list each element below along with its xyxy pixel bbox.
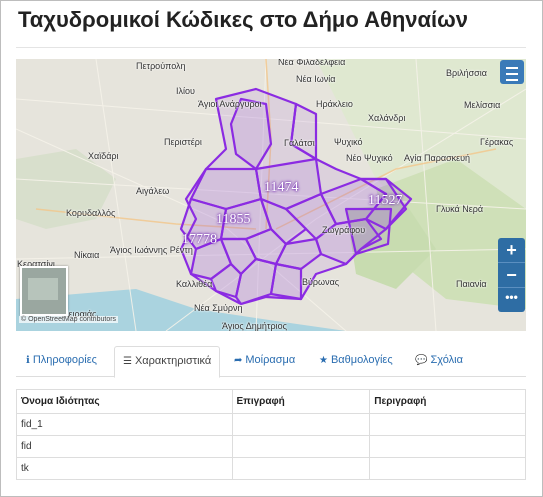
comment-icon: 💬 <box>415 355 428 366</box>
place-label: Άγιος Δημήτριος <box>222 321 287 331</box>
place-label: Γλυκά Νερά <box>436 204 484 214</box>
tab-label: Μοίρασμα <box>245 354 296 366</box>
more-options-button[interactable]: ••• <box>498 288 525 312</box>
postcode-label: 11855 <box>216 212 251 227</box>
tab-comments[interactable]: 💬 Σχόλια <box>415 346 463 375</box>
attributes-table: Όνομα Ιδιότητας Επιγραφή Περιγραφή fid_1… <box>16 389 526 480</box>
place-label: Νέα Φιλαδέλφεια <box>278 59 346 67</box>
column-header: Όνομα Ιδιότητας <box>16 389 233 414</box>
place-label: Παιανία <box>456 279 487 289</box>
app-frame: Ταχυδρομικοί Κώδικες στο Δήμο Αθηναίων Π… <box>0 0 543 497</box>
place-label: Χαλάνδρι <box>368 113 406 123</box>
table-cell: fid <box>16 435 233 458</box>
place-label: Αιγάλεω <box>136 186 170 196</box>
place-label: Μελίσσια <box>464 100 501 110</box>
table-cell <box>369 435 526 458</box>
tab-share[interactable]: ➦ Μοίρασμα <box>234 346 295 375</box>
zoom-out-button[interactable]: − <box>498 263 525 288</box>
tab-label: Πληροφορίες <box>32 354 97 366</box>
place-label: Χαϊδάρι <box>88 151 119 161</box>
info-icon: ℹ <box>26 355 30 366</box>
tab-ratings[interactable]: ★ Βαθμολογίες <box>319 346 393 375</box>
map-attribution: © OpenStreetMap contributors <box>19 316 119 323</box>
place-label: Καλλιθέα <box>176 279 213 289</box>
place-label: Βριλήσσια <box>446 68 487 78</box>
postcode-label: 17778 <box>182 232 217 247</box>
place-label: Νέα Σμύρνη <box>194 303 243 313</box>
map-view[interactable]: Πετρούπολη Νέα Φιλαδέλφεια Βριλήσσια Νέα… <box>16 59 526 331</box>
place-label: Γαλάτσι <box>284 138 315 148</box>
page-title: Ταχυδρομικοί Κώδικες στο Δήμο Αθηναίων <box>18 7 468 32</box>
zoom-controls: + − ••• <box>498 238 525 312</box>
tab-label: Σχόλια <box>430 354 463 366</box>
place-label: Άγιος Ιωάννης Ρέντη <box>110 245 193 255</box>
place-label: Βύρωνας <box>302 277 340 287</box>
table-cell <box>369 413 526 436</box>
place-label: Νέο Ψυχικό <box>346 153 393 163</box>
table-header-row: Όνομα Ιδιότητας Επιγραφή Περιγραφή <box>16 389 526 414</box>
tab-info[interactable]: ℹ Πληροφορίες <box>26 346 97 375</box>
place-label: Κορυδαλλός <box>66 208 116 218</box>
table-cell <box>369 457 526 480</box>
tab-attributes[interactable]: ☰ Χαρακτηριστικά <box>114 346 221 378</box>
title-divider <box>16 47 526 48</box>
table-cell <box>231 457 371 480</box>
place-label: Περιστέρι <box>164 137 202 147</box>
table-cell <box>231 413 371 436</box>
star-icon: ★ <box>319 355 328 366</box>
place-label: Ιλίου <box>176 86 195 96</box>
table-row: fid_1 <box>16 413 526 436</box>
table-row: fid <box>16 435 526 458</box>
menu-icon <box>506 67 518 69</box>
table-cell <box>231 435 371 458</box>
zoom-in-button[interactable]: + <box>498 238 525 263</box>
share-icon: ➦ <box>234 355 243 366</box>
list-icon: ☰ <box>123 356 132 367</box>
place-label: Ηράκλειο <box>316 99 353 109</box>
place-label: Ζωγράφου <box>322 225 366 235</box>
column-header: Επιγραφή <box>231 389 371 414</box>
tab-label: Χαρακτηριστικά <box>134 355 212 367</box>
place-label: Άγιοι Ανάργυροι <box>198 99 262 109</box>
table-row: tk <box>16 457 526 480</box>
minimap-toggle[interactable] <box>20 266 68 316</box>
place-label: Αγία Παρασκευή <box>404 153 471 163</box>
postcode-label: 11474 <box>264 180 299 195</box>
place-label: Νέα Ιωνία <box>296 74 336 84</box>
tab-bar: ℹ Πληροφορίες ☰ Χαρακτηριστικά ➦ Μοίρασμα ★… <box>16 346 526 378</box>
table-cell: fid_1 <box>16 413 233 436</box>
layers-menu-button[interactable] <box>500 60 524 84</box>
place-label: Ψυχικό <box>334 137 363 147</box>
tab-label: Βαθμολογίες <box>330 354 393 366</box>
place-label: Πετρούπολη <box>136 61 186 71</box>
place-label: Γέρακας <box>480 137 514 147</box>
place-label: Νίκαια <box>74 250 100 260</box>
table-cell: tk <box>16 457 233 480</box>
column-header: Περιγραφή <box>369 389 526 414</box>
postcode-label: 11527 <box>368 193 403 208</box>
